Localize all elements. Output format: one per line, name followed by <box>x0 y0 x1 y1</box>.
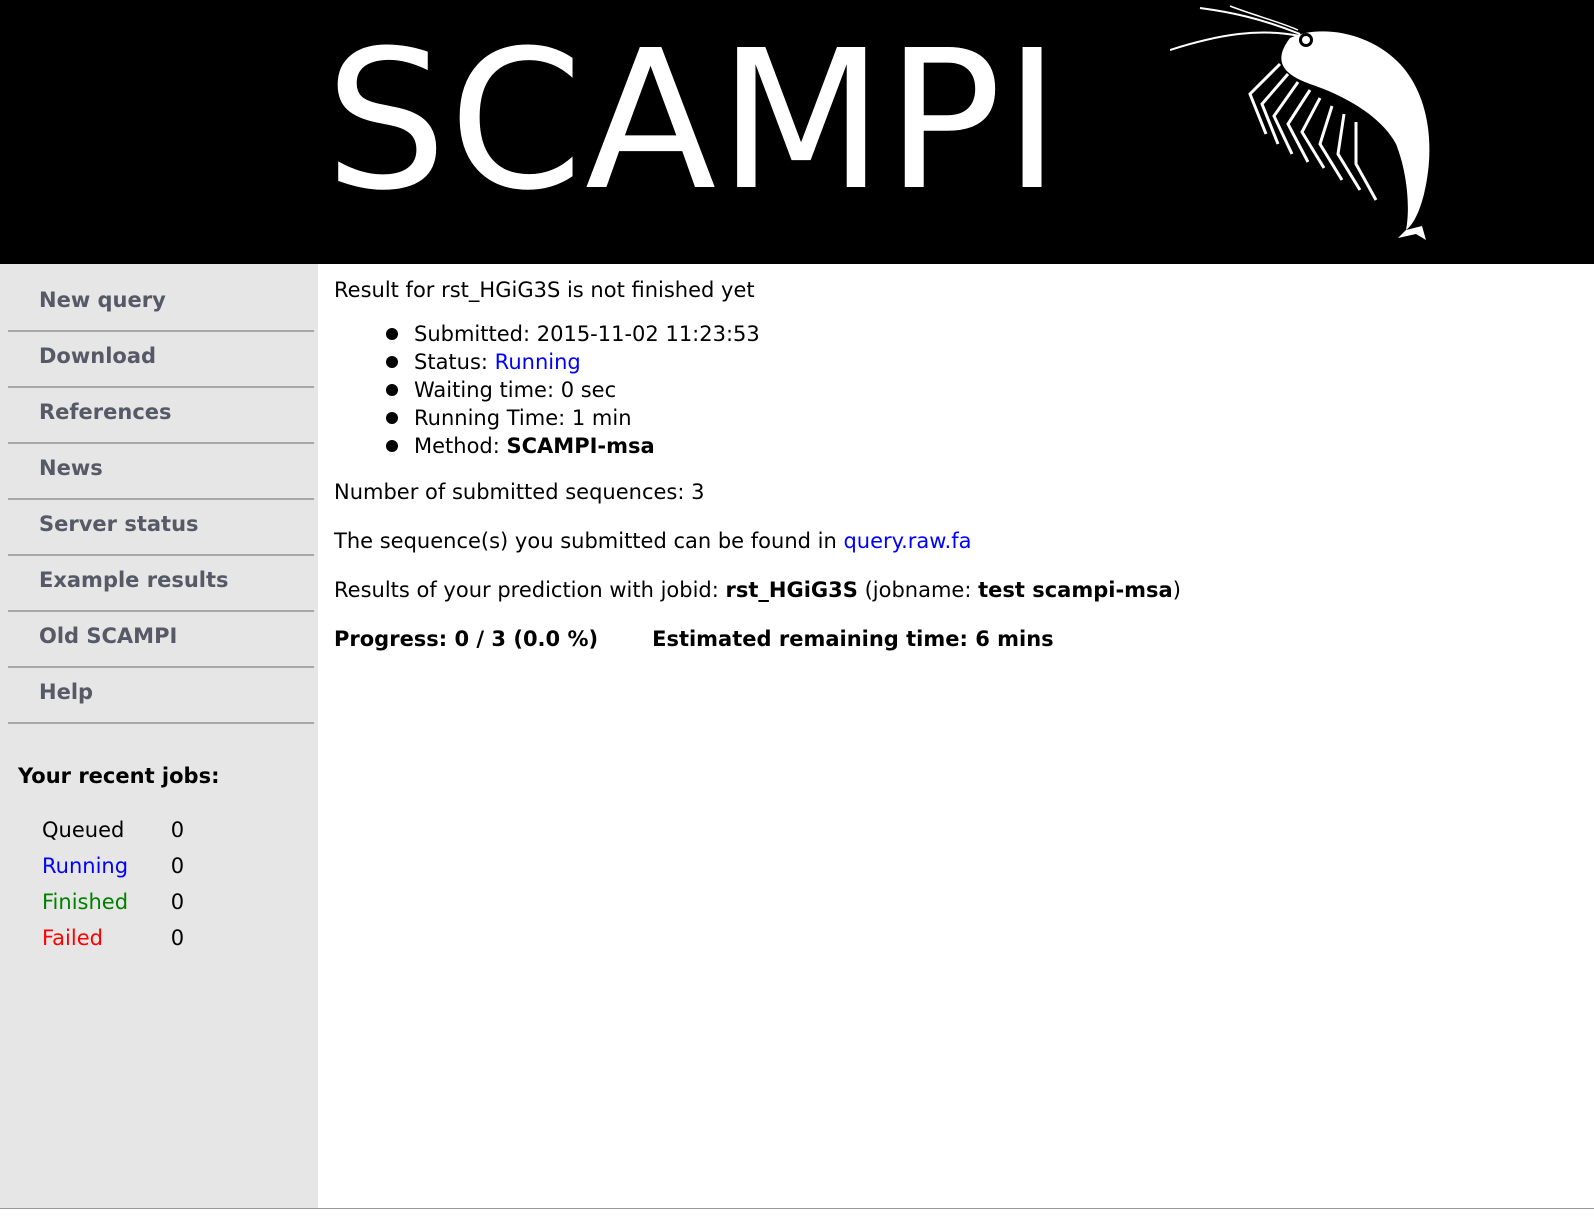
sequence-file-line: The sequence(s) you submitted can be fou… <box>334 529 971 553</box>
krill-icon <box>1170 5 1430 240</box>
status-running-link[interactable]: Running <box>495 350 581 374</box>
results-prefix: Results of your prediction with jobid: <box>334 578 726 602</box>
recent-jobs-title: Your recent jobs: <box>18 764 220 788</box>
job-label-running[interactable]: Running <box>42 848 164 884</box>
progress-text: Progress: 0 / 3 (0.0 %) <box>334 627 599 651</box>
sidebar-nav: New query Download References News Serve… <box>8 276 314 724</box>
jobname-prefix: (jobname: <box>857 578 979 602</box>
site-logo-text[interactable]: SCAMPI <box>325 12 1062 232</box>
submitted-value: 2015-11-02 11:23:53 <box>536 322 760 346</box>
running-label: Running Time: <box>414 406 572 430</box>
recent-jobs-table: Queued 0 Running 0 Finished 0 Failed 0 <box>42 812 184 956</box>
job-count-failed: 0 <box>170 926 185 950</box>
job-row-finished: Finished 0 <box>42 884 184 920</box>
job-row-queued: Queued 0 <box>42 812 184 848</box>
running-value: 1 min <box>571 406 632 430</box>
nav-help[interactable]: Help <box>8 668 314 724</box>
results-line: Results of your prediction with jobid: r… <box>334 578 1181 602</box>
waiting-label: Waiting time: <box>414 378 561 402</box>
job-row-running: Running 0 <box>42 848 184 884</box>
bullet-icon <box>386 356 398 368</box>
job-count-running: 0 <box>170 854 185 878</box>
nav-old-scampi[interactable]: Old SCAMPI <box>8 612 314 668</box>
nav-server-status[interactable]: Server status <box>8 500 314 556</box>
nav-example-results[interactable]: Example results <box>8 556 314 612</box>
bullet-icon <box>386 412 398 424</box>
job-label-queued: Queued <box>42 818 125 842</box>
jobid-value: rst_HGiG3S <box>725 578 858 602</box>
sidebar: New query Download References News Serve… <box>0 264 318 1216</box>
nav-new-query[interactable]: New query <box>8 276 314 332</box>
status-label: Status: <box>414 350 495 374</box>
submitted-label: Submitted: <box>414 322 537 346</box>
job-details-list: Submitted: 2015-11-02 11:23:53 Status: R… <box>334 320 760 460</box>
job-count-finished: 0 <box>170 890 185 914</box>
jobname-value: test scampi-msa <box>978 578 1173 602</box>
method-label: Method: <box>414 434 507 458</box>
detail-submitted: Submitted: 2015-11-02 11:23:53 <box>334 320 760 348</box>
method-value: SCAMPI-msa <box>506 434 655 458</box>
progress-line: Progress: 0 / 3 (0.0 %) Estimated remaini… <box>334 627 1054 651</box>
bullet-icon <box>386 384 398 396</box>
result-heading: Result for rst_HGiG3S is not finished ye… <box>334 278 755 302</box>
bullet-icon <box>386 440 398 452</box>
detail-waiting-time: Waiting time: 0 sec <box>334 376 760 404</box>
job-label-finished[interactable]: Finished <box>42 884 164 920</box>
num-sequences-text: Number of submitted sequences: 3 <box>334 480 705 504</box>
nav-download[interactable]: Download <box>8 332 314 388</box>
detail-running-time: Running Time: 1 min <box>334 404 760 432</box>
bullet-icon <box>386 328 398 340</box>
detail-method: Method: SCAMPI-msa <box>334 432 760 460</box>
site-header: SCAMPI <box>0 0 1594 264</box>
query-raw-fa-link[interactable]: query.raw.fa <box>843 529 971 553</box>
job-count-queued: 0 <box>170 818 185 842</box>
sequence-file-text: The sequence(s) you submitted can be fou… <box>334 529 844 553</box>
job-row-failed: Failed 0 <box>42 920 184 956</box>
remaining-time-text: Estimated remaining time: 6 mins <box>652 627 1054 651</box>
detail-status: Status: Running <box>334 348 760 376</box>
nav-news[interactable]: News <box>8 444 314 500</box>
nav-references[interactable]: References <box>8 388 314 444</box>
waiting-value: 0 sec <box>560 378 617 402</box>
job-label-failed[interactable]: Failed <box>42 920 164 956</box>
jobname-suffix: ) <box>1172 578 1181 602</box>
